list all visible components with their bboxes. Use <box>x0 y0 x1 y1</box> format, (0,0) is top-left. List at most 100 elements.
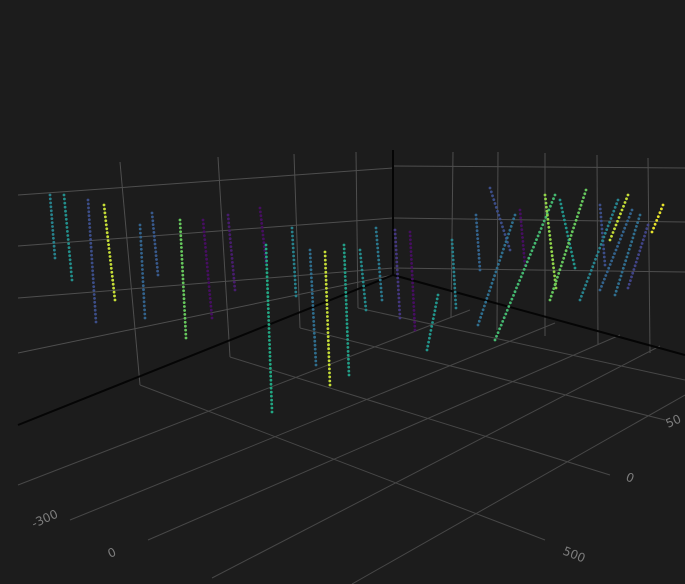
data-point <box>139 243 143 247</box>
data-point <box>359 252 362 256</box>
data-point <box>314 351 317 355</box>
data-point <box>550 254 554 258</box>
data-point <box>600 285 603 288</box>
data-point <box>617 282 620 285</box>
data-point <box>476 233 479 237</box>
data-point <box>153 238 157 242</box>
data-point <box>90 253 93 257</box>
data-point <box>344 286 348 290</box>
data-point <box>552 266 555 270</box>
data-point <box>64 217 68 221</box>
data-point <box>486 293 490 297</box>
data-point <box>309 272 313 276</box>
data-point <box>229 245 233 249</box>
data-point <box>266 307 270 310</box>
data-point <box>494 206 498 209</box>
data-point <box>552 197 555 201</box>
data-point <box>453 282 456 286</box>
data-point <box>613 252 616 256</box>
data-point <box>107 247 111 250</box>
data-point <box>398 316 402 320</box>
data-point <box>483 304 486 308</box>
data-point <box>233 288 237 292</box>
data-point <box>210 312 214 316</box>
data-point <box>62 193 66 197</box>
data-point <box>617 241 621 245</box>
data-point <box>377 258 381 262</box>
data-point <box>310 276 313 280</box>
data-point <box>453 294 457 298</box>
data-point <box>566 234 570 238</box>
data-point <box>50 221 54 225</box>
data-point <box>396 272 399 276</box>
data-point <box>94 316 98 320</box>
data-point <box>228 229 231 233</box>
data-point <box>328 375 332 379</box>
data-point <box>379 282 383 286</box>
data-point <box>293 270 296 274</box>
data-point <box>627 247 631 251</box>
data-point <box>451 254 455 258</box>
data-point <box>313 343 317 347</box>
data-point <box>103 207 106 211</box>
data-point <box>561 210 564 214</box>
data-point <box>502 247 505 251</box>
data-point <box>262 241 266 245</box>
data-point <box>563 218 566 222</box>
data-point <box>344 298 348 302</box>
data-point <box>88 222 91 226</box>
data-point <box>573 222 577 226</box>
data-point <box>87 210 91 214</box>
data-point <box>311 312 315 315</box>
data-point <box>180 257 184 261</box>
data-point <box>552 270 556 274</box>
data-point <box>156 273 160 277</box>
data-point <box>515 286 518 290</box>
data-point <box>518 279 521 282</box>
data-point <box>48 193 52 197</box>
data-point <box>557 272 561 275</box>
data-point <box>313 335 316 339</box>
data-point <box>546 221 550 225</box>
data-point <box>542 219 546 223</box>
data-point <box>632 232 636 236</box>
data-point <box>533 241 537 245</box>
data-point <box>326 315 329 318</box>
data-point <box>548 298 552 302</box>
data-point <box>484 300 488 304</box>
data-point <box>397 300 401 304</box>
data-point <box>577 211 580 215</box>
data-point <box>505 236 509 240</box>
data-point <box>500 251 504 255</box>
data-point <box>536 234 540 238</box>
data-point <box>481 308 485 312</box>
data-point <box>204 253 208 257</box>
data-point <box>562 256 566 260</box>
data-point <box>345 306 348 310</box>
data-point <box>203 242 207 245</box>
data-point <box>550 201 554 204</box>
data-point <box>490 281 494 285</box>
data-point <box>328 367 331 371</box>
data-point <box>427 340 430 344</box>
data-point <box>554 279 558 283</box>
data-point <box>409 246 413 250</box>
data-point <box>312 316 315 319</box>
data-point <box>591 265 595 269</box>
data-point <box>608 220 611 224</box>
data-point <box>308 252 312 256</box>
data-point <box>53 248 56 252</box>
data-point <box>476 323 480 327</box>
data-point <box>93 304 97 308</box>
scatter3d-chart[interactable]: -300 0 500 0 50 <box>0 0 685 584</box>
data-point <box>650 230 654 234</box>
data-point <box>203 238 207 242</box>
data-point <box>49 201 52 205</box>
data-point <box>64 209 67 213</box>
data-point <box>228 237 232 241</box>
data-point <box>454 302 458 306</box>
data-point <box>268 351 272 354</box>
data-point <box>549 294 553 298</box>
data-point <box>581 291 585 294</box>
data-point <box>571 258 575 262</box>
